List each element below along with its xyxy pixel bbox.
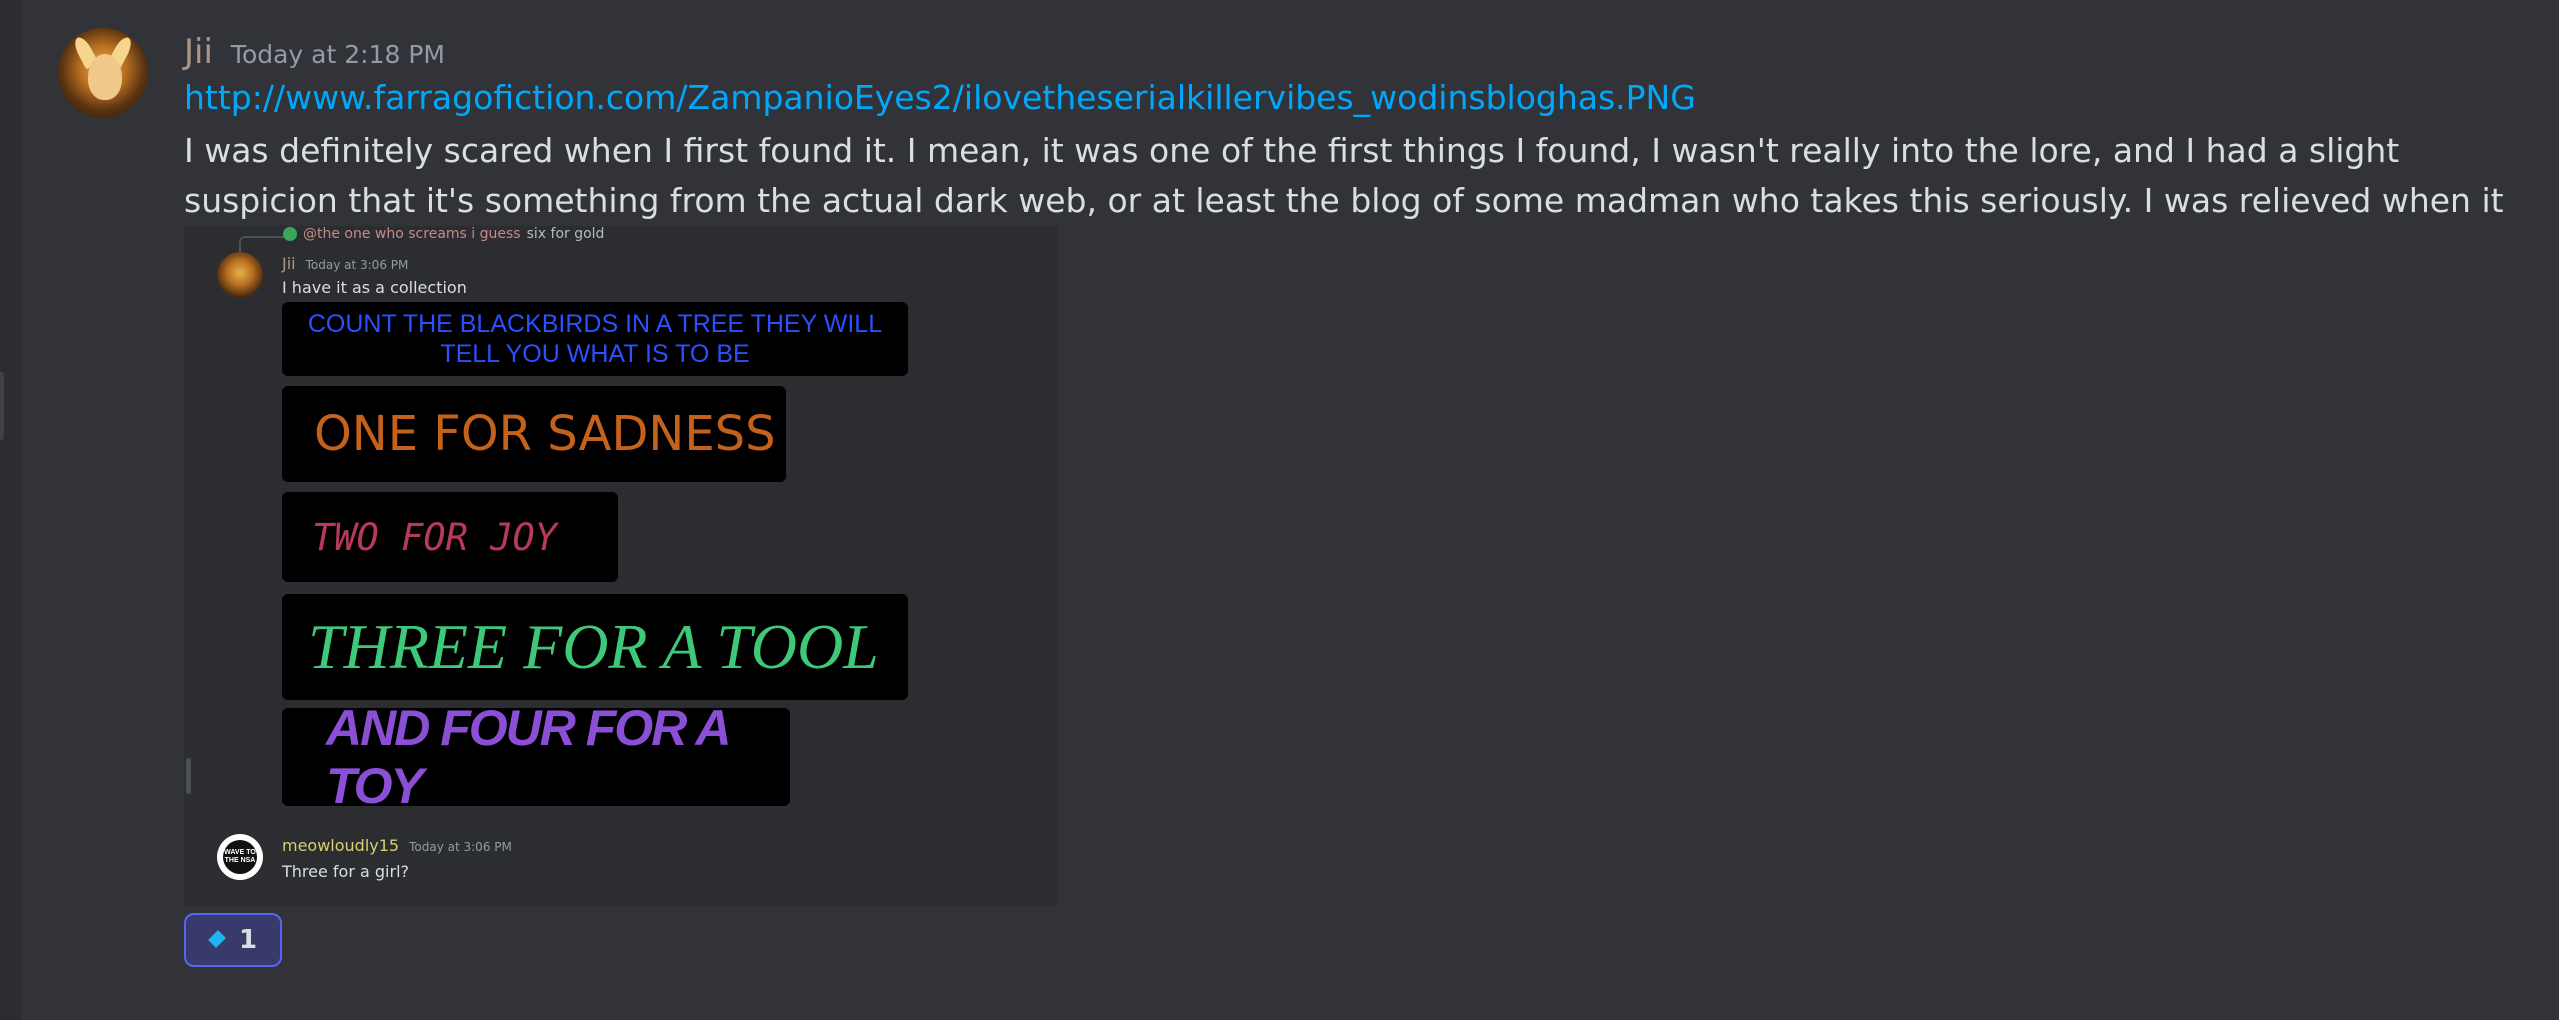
message-link[interactable]: http://www.farragofiction.com/ZampanioEy… [184, 78, 1696, 117]
embed-meow-avatar: WAVE TO THE NSA [217, 834, 263, 880]
reply-avatar-icon [283, 227, 297, 241]
reply-preview[interactable]: @the one who screams i guess six for gol… [283, 226, 604, 242]
timestamp[interactable]: Today at 2:18 PM [231, 40, 445, 69]
embed-username: Jii [282, 254, 296, 273]
embed-meow-username: meowloudly15 [282, 836, 400, 855]
avatar[interactable] [58, 28, 148, 118]
reaction-count: 1 [238, 925, 258, 955]
message-header: Jii Today at 2:18 PM [184, 32, 445, 72]
username[interactable]: Jii [184, 32, 213, 72]
blackbird-tile-two: TWO FOR JOY [282, 492, 618, 582]
blackbird-tile-three: THREE FOR A TOOL [282, 594, 908, 700]
avatar-face [88, 54, 122, 100]
embed-message-text: I have it as a collection [282, 278, 467, 297]
reply-mention: @the one who screams i guess [303, 226, 521, 242]
diamond-icon [209, 929, 225, 951]
blackbird-tile-count: COUNT THE BLACKBIRDS IN A TREE THEY WILL… [282, 302, 908, 376]
reply-text: six for gold [526, 226, 605, 242]
blackbird-tile-one: ONE FOR SADNESS [282, 386, 786, 482]
rail-indicator [0, 372, 4, 440]
embed-meow-header: meowloudly15 Today at 3:06 PM [282, 836, 512, 855]
reaction-button[interactable]: 1 [184, 913, 282, 967]
left-rail [0, 0, 22, 1020]
embed-message-header: Jii Today at 3:06 PM [282, 254, 408, 273]
embed-scrollbar[interactable] [186, 758, 191, 794]
meow-avatar-text: WAVE TO THE NSA [223, 840, 257, 874]
embed-timestamp: Today at 3:06 PM [305, 258, 409, 272]
embed-meow-timestamp: Today at 3:06 PM [409, 840, 512, 854]
embed-meow-text: Three for a girl? [282, 862, 410, 881]
embed-avatar [217, 252, 263, 298]
blackbird-tile-four: AND FOUR FOR A TOY [282, 700, 790, 814]
